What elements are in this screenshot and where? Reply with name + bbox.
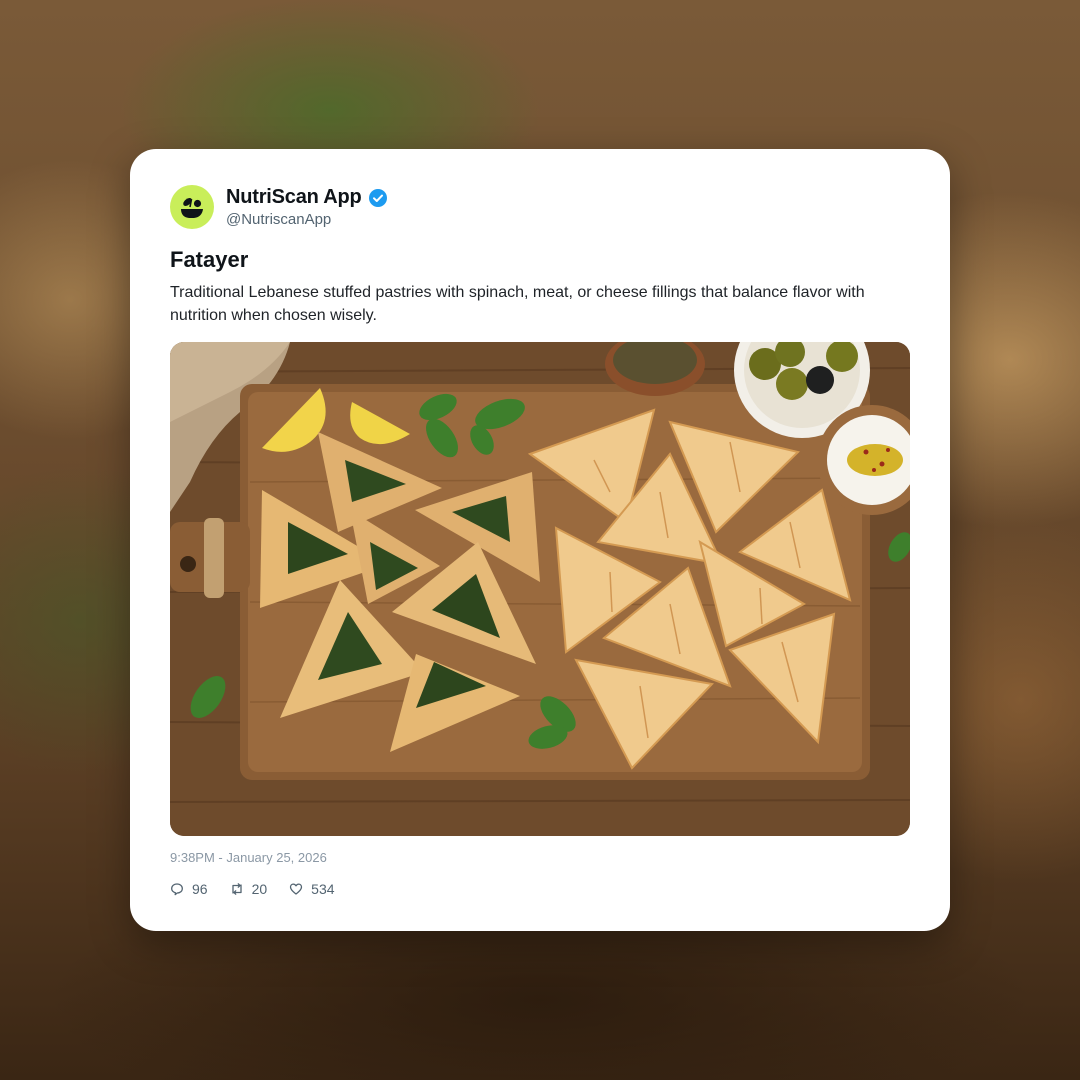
engagement-bar: 96 20 534 (170, 881, 357, 897)
repost-icon (231, 883, 242, 895)
reply-count: 96 (192, 881, 208, 897)
post-description: Traditional Lebanese stuffed pastries wi… (170, 284, 865, 324)
repost-button[interactable]: 20 (230, 881, 268, 897)
fatayer-photo (170, 342, 910, 836)
post-card: NutriScan App @NutriscanApp Fatayer Trad… (130, 149, 950, 931)
post-title: Fatayer (170, 247, 249, 272)
heart-icon (290, 883, 303, 895)
author-row: NutriScan App (226, 186, 388, 209)
author-handle[interactable]: @NutriscanApp (226, 211, 331, 228)
post-timestamp[interactable]: 9:38PM - January 25, 2026 (170, 850, 327, 865)
reply-button[interactable]: 96 (170, 881, 208, 897)
repost-count: 20 (251, 881, 268, 897)
avatar[interactable] (170, 185, 214, 229)
like-count: 534 (311, 881, 335, 897)
post-image[interactable] (170, 342, 910, 836)
verified-badge-icon (368, 188, 387, 207)
like-button[interactable]: 534 (289, 881, 335, 897)
comment-icon (171, 883, 183, 896)
author-name[interactable]: NutriScan App (226, 186, 362, 209)
nutriscan-logo-icon (181, 198, 203, 218)
